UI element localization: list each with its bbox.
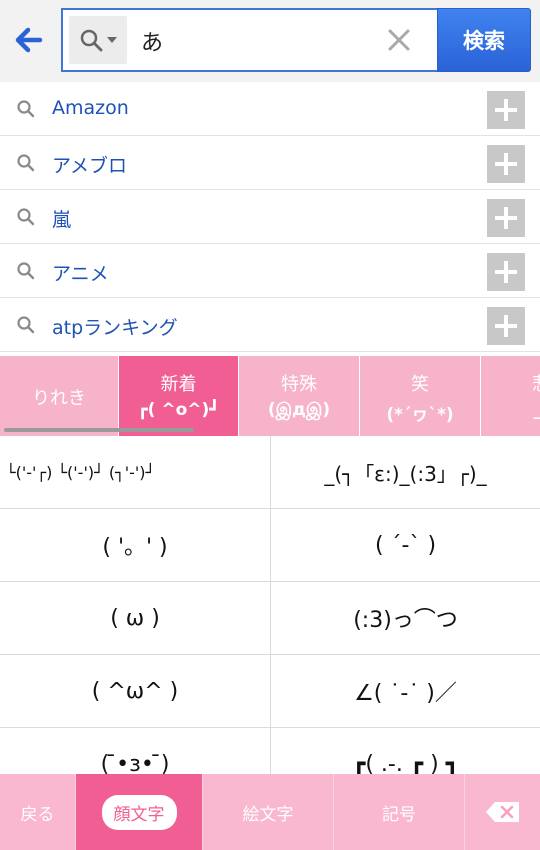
back-arrow-icon[interactable] (10, 18, 54, 62)
search-header: あ 検索 (0, 0, 540, 82)
tab-label: 特殊 (281, 374, 317, 395)
tab-sample: (இдஇ) (267, 400, 331, 420)
search-scope-dropdown[interactable] (69, 16, 127, 64)
clear-icon[interactable] (385, 26, 413, 54)
search-icon (80, 29, 103, 52)
suggestion-list: Amazon アメブロ 嵐 アニメ atpランキング (0, 82, 540, 352)
kaomoji-cell[interactable]: ( ^ω^ ) (0, 655, 270, 728)
plus-icon[interactable] (487, 307, 525, 345)
tab-special[interactable]: 特殊 (இдஇ) (239, 356, 360, 436)
search-icon (17, 100, 35, 118)
emoji-key[interactable]: 絵文字 (203, 774, 334, 850)
kaomoji-cell[interactable]: _(┐「ε:)_(:3」┌)_ (270, 436, 540, 509)
kaomoji-grid: └('-'┌) └('-')┘ (┐'-')┘ _(┐「ε:)_(:3」┌)_ … (0, 436, 540, 774)
kaomoji-key-label: 顔文字 (101, 794, 177, 830)
tab-label: 笑 (411, 374, 429, 395)
kaomoji-cell[interactable]: (:3)っ⌒つ (270, 582, 540, 655)
tab-scroll-indicator (4, 428, 194, 432)
kaomoji-cell[interactable]: ( ´-` ) (270, 509, 540, 582)
search-icon (17, 154, 35, 172)
tab-sample: (*´ヮ`*) (386, 405, 454, 425)
back-key[interactable]: 戻る (0, 774, 76, 850)
search-input[interactable]: あ (141, 25, 163, 57)
suggestion-text: Amazon (52, 97, 129, 119)
suggestion-text: アメブロ (52, 155, 128, 177)
tab-sample: _| (481, 400, 540, 420)
chevron-down-icon (107, 37, 117, 43)
suggestion-item[interactable]: アメブロ (0, 136, 540, 190)
suggestion-text: アニメ (52, 263, 109, 285)
search-box: あ (61, 8, 437, 72)
kaomoji-cell[interactable]: ( '。' ) (0, 509, 270, 582)
tab-sad[interactable]: 悲 _| (481, 356, 540, 436)
backspace-icon (485, 802, 519, 822)
search-icon (17, 262, 35, 280)
kaomoji-cell[interactable]: └('-'┌) └('-')┘ (┐'-')┘ (0, 436, 270, 509)
suggestion-text: atpランキング (52, 317, 178, 339)
tab-label: 悲 (481, 370, 540, 396)
tab-laugh[interactable]: 笑 (*´ヮ`*) (360, 356, 481, 436)
search-icon (17, 316, 35, 334)
kaomoji-cell[interactable]: ( ω ) (0, 582, 270, 655)
kaomoji-cell[interactable]: ┏( .-. ┏ ) ┓ (270, 728, 540, 774)
tab-history[interactable]: りれき (0, 356, 119, 436)
suggestion-item[interactable]: atpランキング (0, 298, 540, 352)
keyboard-bottom-bar: 戻る 顔文字 絵文字 記号 (0, 774, 540, 850)
plus-icon[interactable] (487, 199, 525, 237)
search-icon (17, 208, 35, 226)
suggestion-text: 嵐 (52, 209, 72, 231)
suggestion-item[interactable]: Amazon (0, 82, 540, 136)
kaomoji-key[interactable]: 顔文字 (76, 774, 203, 850)
delete-key[interactable] (465, 774, 540, 850)
tab-label: 新着 (160, 374, 197, 395)
tab-new[interactable]: 新着 ┏( ^o^)┛ (119, 356, 239, 436)
suggestion-item[interactable]: 嵐 (0, 190, 540, 244)
kaomoji-category-tabs: りれき 新着 ┏( ^o^)┛ 特殊 (இдஇ) 笑 (*´ヮ`*) 悲 _| (0, 356, 540, 436)
plus-icon[interactable] (487, 145, 525, 183)
plus-icon[interactable] (487, 91, 525, 129)
search-button[interactable]: 検索 (437, 8, 531, 72)
tab-sample: ┏( ^o^)┛ (137, 400, 220, 420)
kaomoji-cell[interactable]: ( ̄•з• ̄) (0, 728, 270, 774)
kaomoji-cell[interactable]: ∠( ˙-˙ )／ (270, 655, 540, 728)
tab-label: りれき (32, 388, 86, 409)
plus-icon[interactable] (487, 253, 525, 291)
symbols-key[interactable]: 記号 (334, 774, 465, 850)
suggestion-item[interactable]: アニメ (0, 244, 540, 298)
